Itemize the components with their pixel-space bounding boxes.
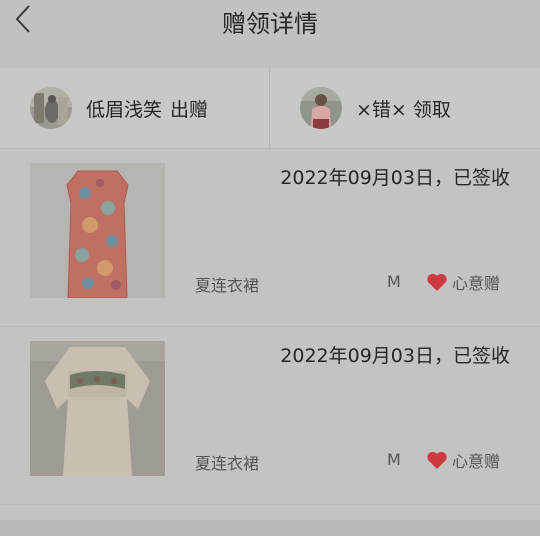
receive-date-status: 2022年09月03日，已签收 xyxy=(280,167,510,189)
item-category: 夏连衣裙 xyxy=(195,276,260,295)
receiver-info[interactable]: ×错× 领取 xyxy=(300,68,451,148)
bottom-strip xyxy=(0,520,540,536)
giver-name: 低眉浅笑 xyxy=(86,98,163,121)
item-category: 夏连衣裙 xyxy=(195,454,260,473)
gift-type: 心意赠 xyxy=(426,270,500,294)
gift-label: 心意赠 xyxy=(452,274,501,293)
gift-type: 心意赠 xyxy=(426,448,500,472)
gift-item[interactable]: 2022年09月03日，已签收 夏连衣裙 M 心意赠 xyxy=(0,327,540,505)
item-photo[interactable] xyxy=(30,341,165,476)
receiver-avatar[interactable] xyxy=(300,87,342,129)
top-bar: 赠领详情 xyxy=(0,0,540,68)
gift-label: 心意赠 xyxy=(452,452,501,471)
gift-item[interactable]: 2022年09月03日，已签收 夏连衣裙 M 心意赠 xyxy=(0,149,540,327)
item-size: M xyxy=(387,450,401,469)
receiver-name: ×错× xyxy=(356,98,407,121)
page-title: 赠领详情 xyxy=(222,10,318,38)
item-photo[interactable] xyxy=(30,163,165,299)
item-size: M xyxy=(387,272,401,291)
giver-info[interactable]: 低眉浅笑 出赠 xyxy=(30,68,208,148)
giver-avatar[interactable] xyxy=(30,87,72,129)
giver-action: 出赠 xyxy=(170,98,209,121)
parties-bar: 低眉浅笑 出赠 ×错× 领取 xyxy=(0,68,540,149)
receiver-action: 领取 xyxy=(412,98,451,121)
heart-icon xyxy=(427,451,447,469)
receive-date-status: 2022年09月03日，已签收 xyxy=(280,345,510,367)
heart-icon xyxy=(427,273,447,291)
party-divider xyxy=(269,68,270,148)
